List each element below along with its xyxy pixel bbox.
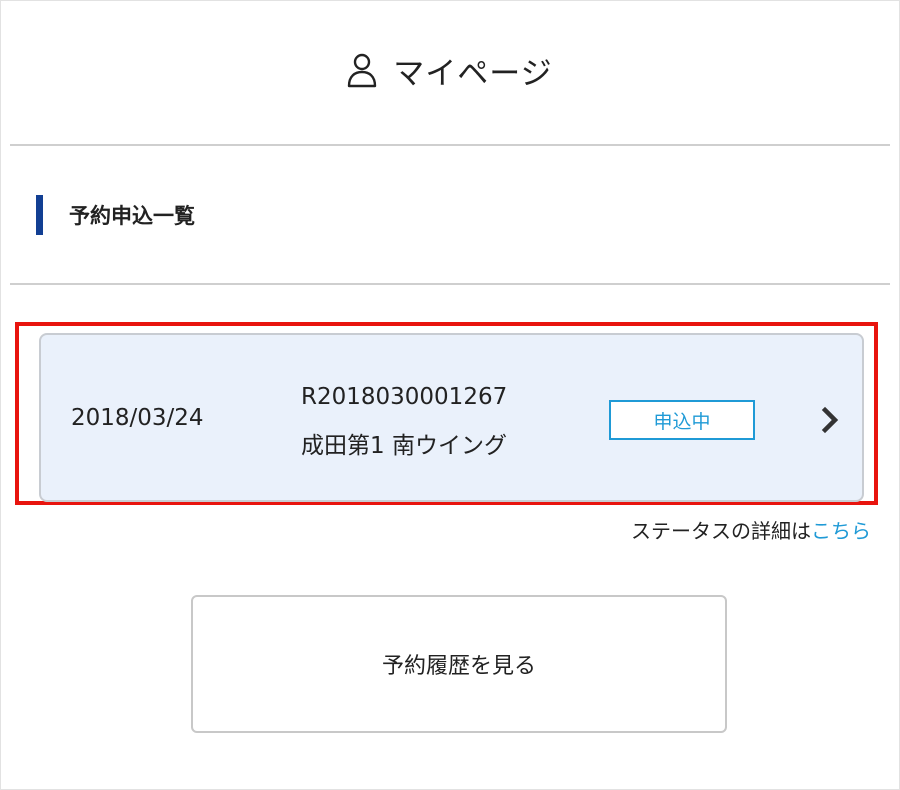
section-accent-bar	[36, 195, 43, 235]
chevron-right-icon	[821, 406, 839, 434]
user-icon	[348, 53, 377, 88]
page-header: マイページ	[0, 0, 900, 140]
status-help-label: ステータスの詳細は	[631, 519, 811, 543]
page-title: マイページ	[393, 55, 553, 92]
status-badge: 申込中	[609, 400, 755, 440]
booking-terminal: 成田第1 南ウイング	[301, 433, 507, 459]
booking-number: R2018030001267	[301, 384, 508, 410]
status-detail-link[interactable]: こちら	[811, 519, 871, 543]
status-help-text: ステータスの詳細はこちら	[631, 515, 871, 544]
section-heading: 予約申込一覧	[36, 195, 195, 235]
header-title-group: マイページ	[347, 48, 552, 93]
header-divider	[10, 144, 890, 146]
booking-card[interactable]: 2018/03/24 R2018030001267 成田第1 南ウイング 申込中	[39, 333, 864, 502]
view-history-button[interactable]: 予約履歴を見る	[191, 595, 727, 733]
section-title: 予約申込一覧	[69, 204, 195, 228]
section-divider	[10, 283, 890, 285]
booking-date: 2018/03/24	[71, 405, 204, 431]
